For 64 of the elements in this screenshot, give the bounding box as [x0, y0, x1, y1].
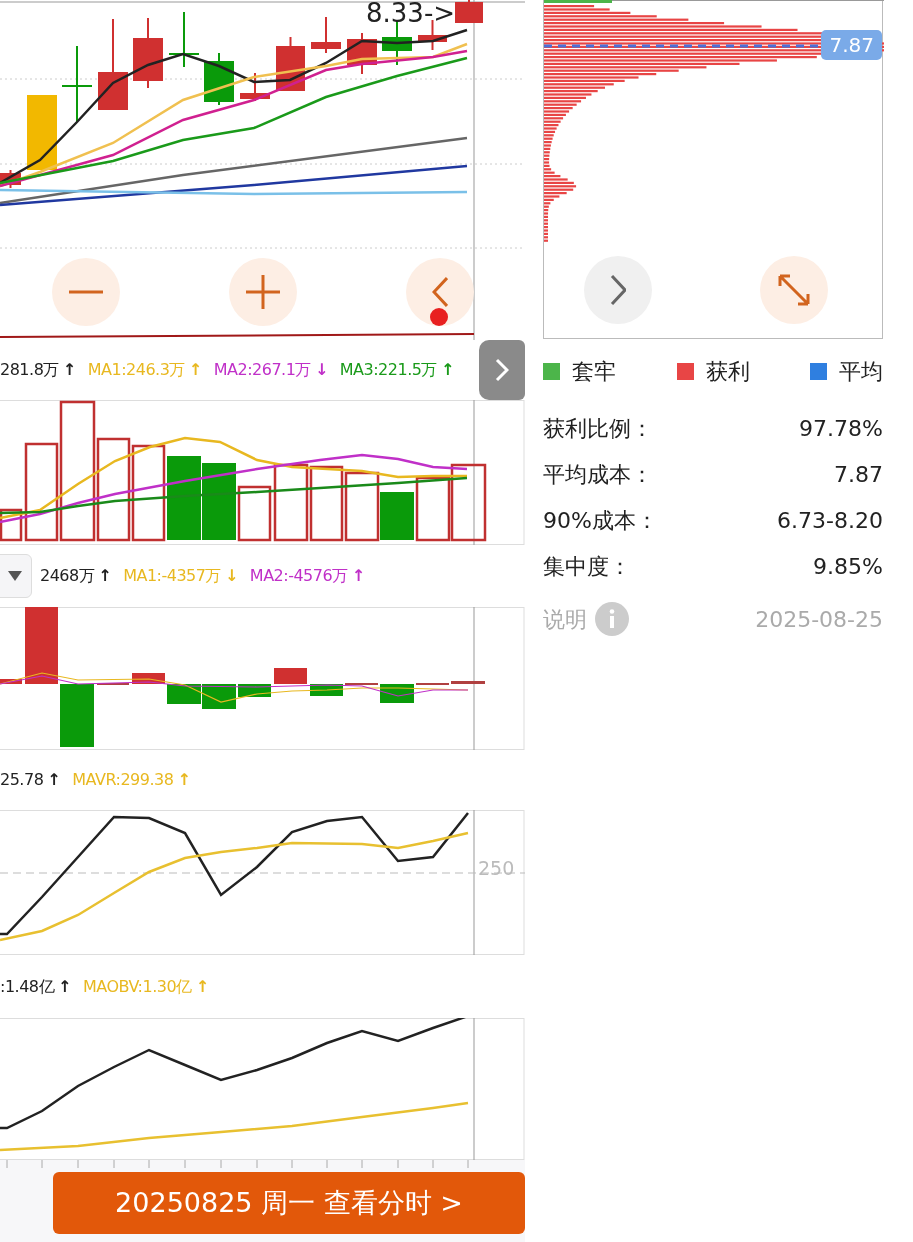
- caret-down-icon: [8, 571, 22, 581]
- candlestick: [455, 0, 483, 24]
- legend-label: 套牢: [572, 358, 616, 386]
- flow-bar: [0, 679, 22, 684]
- indicator-value: MA1:246.3万: [87, 359, 185, 381]
- stat-value: 6.73-8.20: [777, 506, 883, 535]
- plus-icon: [246, 275, 280, 309]
- chevron-left-icon: [432, 277, 448, 307]
- info-icon: [595, 602, 629, 636]
- next-panel-button[interactable]: [479, 340, 525, 400]
- stat-value: 97.78%: [799, 414, 883, 443]
- minus-icon: [69, 290, 103, 294]
- trend-arrow: ↓: [224, 565, 238, 587]
- expand-icon: [777, 273, 811, 307]
- candlestick: [169, 11, 199, 68]
- flow-bar: [451, 681, 485, 684]
- flow-bar: [274, 668, 307, 684]
- stat-label: 获利比例：: [543, 414, 653, 443]
- chevron-right-icon: [610, 275, 626, 305]
- stat-value: 7.87: [834, 460, 883, 489]
- flow-bar: [60, 684, 94, 747]
- trend-arrow: ↑: [58, 975, 71, 998]
- trend-arrow: ↑: [440, 359, 454, 381]
- indicator-value: MAVR:299.38: [72, 769, 174, 791]
- stat-label: 集中度：: [543, 552, 631, 581]
- candlestick: [311, 16, 341, 54]
- volume-bar: [237, 485, 272, 542]
- candlestick: [0, 169, 21, 189]
- average-cost-label: 7.87: [821, 30, 882, 60]
- trend-arrow: ↑: [98, 565, 112, 587]
- indicator-value: MAOBV:1.30亿: [82, 975, 192, 998]
- price-label: 8.33->: [366, 0, 456, 26]
- indicator-value: :1.48亿: [0, 975, 54, 998]
- dropdown-button[interactable]: [0, 554, 32, 598]
- candlestick: [240, 72, 270, 102]
- indicator-value: 25.78: [0, 769, 44, 791]
- legend-label: 平均: [839, 358, 883, 386]
- flow-bar: [132, 673, 165, 684]
- candlestick: [133, 17, 163, 89]
- trend-arrow: ↑: [62, 359, 76, 381]
- trend-arrow: ↑: [351, 565, 365, 587]
- date-label: 2025-08-25: [755, 605, 883, 634]
- view-intraday-button[interactable]: 20250825 周一 查看分时 >: [53, 1172, 525, 1234]
- indicator-value: 281.8万: [0, 359, 59, 381]
- chevron-right-icon: [495, 358, 509, 382]
- trend-arrow: ↑: [47, 769, 61, 791]
- stat-value: 9.85%: [813, 552, 883, 581]
- trend-arrow: ↓: [314, 359, 328, 381]
- indicator-value: 2468万: [40, 565, 95, 587]
- stat-label: 平均成本：: [543, 460, 653, 489]
- legend-label: 获利: [705, 358, 750, 386]
- indicator-value: MA2:-4576万: [249, 565, 348, 587]
- trapped-chip-bar: [544, 0, 612, 3]
- axis-label: 250: [478, 856, 515, 881]
- trend-arrow: ↑: [177, 769, 191, 791]
- candlestick: [347, 32, 377, 75]
- indicator-value: MA2:267.1万: [213, 359, 311, 381]
- indicator-value: MA3:221.5万: [339, 359, 437, 381]
- trend-arrow: ↑: [188, 359, 202, 381]
- note-label: 说明: [543, 605, 587, 634]
- indicator-value: MA1:-4357万: [123, 565, 221, 587]
- volume-bar: [415, 476, 451, 542]
- trend-arrow: ↑: [195, 975, 209, 998]
- stat-label: 90%成本：: [543, 506, 658, 535]
